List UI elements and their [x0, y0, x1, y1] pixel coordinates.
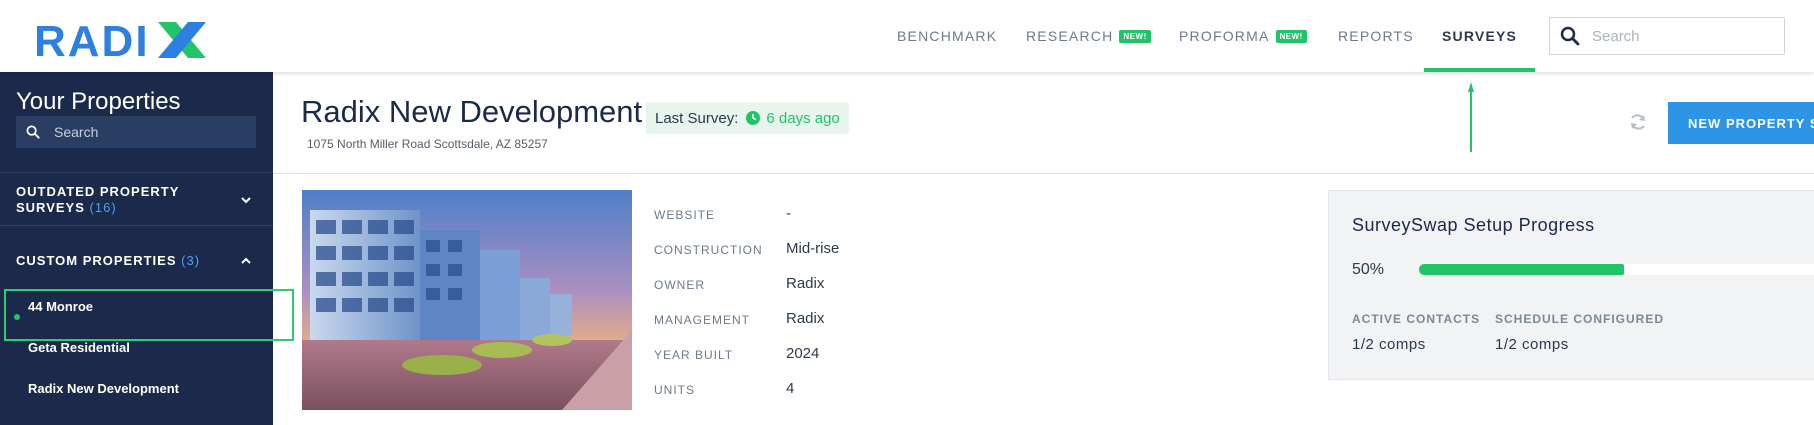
sidebar-item-geta-residential[interactable]: Geta Residential: [28, 340, 130, 355]
detail-year-built-label: YEAR BUILT: [654, 348, 734, 362]
selected-item-highlight: [4, 289, 294, 341]
property-title: Radix New Development: [301, 94, 643, 129]
detail-units-label: UNITS: [654, 383, 695, 397]
divider: [0, 172, 273, 173]
search-icon: [26, 125, 40, 139]
sidebar-item-radix-new-development[interactable]: Radix New Development: [28, 381, 179, 396]
global-search-input[interactable]: [1592, 27, 1772, 45]
active-contacts-label: ACTIVE CONTACTS: [1352, 312, 1481, 326]
detail-construction-value: Mid-rise: [786, 240, 840, 257]
progress-bar-fill: [1419, 264, 1624, 275]
selected-indicator-dot: [14, 314, 20, 320]
nav-proforma[interactable]: PROFORMA NEW!: [1179, 0, 1307, 72]
clock-icon: [746, 111, 761, 125]
section-count: (3): [181, 253, 201, 268]
chevron-down-icon[interactable]: [240, 194, 252, 206]
new-badge: NEW!: [1119, 29, 1151, 43]
divider: [273, 173, 1814, 174]
active-contacts-value: 1/2 comps: [1352, 336, 1426, 353]
arrow-up-indicator: [1468, 82, 1474, 152]
divider: [0, 225, 273, 226]
radix-logo[interactable]: RADI: [32, 18, 232, 62]
search-icon: [1560, 26, 1580, 46]
nav-benchmark[interactable]: BENCHMARK: [897, 0, 997, 72]
detail-management-label: MANAGEMENT: [654, 313, 751, 327]
section-outdated-surveys[interactable]: OUTDATED PROPERTY SURVEYS (16): [16, 184, 226, 216]
last-survey-label: Last Survey:: [655, 109, 739, 127]
sidebar-search: [16, 116, 256, 148]
property-address: 1075 North Miller Road Scottsdale, AZ 85…: [307, 137, 548, 151]
detail-owner-label: OWNER: [654, 278, 705, 292]
nav-reports-label: REPORTS: [1338, 28, 1414, 44]
section-label: CUSTOM PROPERTIES: [16, 253, 177, 268]
progress-bar: [1419, 264, 1814, 275]
last-survey-badge: Last Survey: 6 days ago: [646, 102, 849, 134]
schedule-configured-label: SCHEDULE CONFIGURED: [1495, 312, 1665, 326]
detail-website-label: WEBSITE: [654, 208, 716, 222]
chevron-up-icon[interactable]: [240, 255, 252, 267]
new-badge: NEW!: [1275, 29, 1307, 43]
properties-sidebar: Your Properties OUTDATED PROPERTY SURVEY…: [0, 72, 273, 425]
nav-proforma-label: PROFORMA: [1179, 28, 1270, 44]
sidebar-search-input[interactable]: [54, 124, 234, 140]
detail-management-value: Radix: [786, 310, 825, 327]
last-survey-value: 6 days ago: [766, 109, 840, 127]
new-property-survey-button[interactable]: NEW PROPERTY SURVEY: [1668, 102, 1814, 144]
nav-benchmark-label: BENCHMARK: [897, 28, 998, 44]
detail-construction-label: CONSTRUCTION: [654, 243, 763, 257]
schedule-configured-value: 1/2 comps: [1495, 336, 1569, 353]
sidebar-title: Your Properties: [16, 88, 181, 115]
svg-text:RADI: RADI: [34, 18, 150, 62]
section-custom-properties[interactable]: CUSTOM PROPERTIES (3): [16, 253, 200, 269]
progress-percent: 50%: [1352, 261, 1385, 278]
detail-year-built-value: 2024: [786, 345, 820, 362]
property-photo: [302, 190, 632, 410]
detail-website-value: -: [786, 205, 791, 222]
nav-reports[interactable]: REPORTS: [1338, 0, 1414, 72]
detail-owner-value: Radix: [786, 275, 825, 292]
section-count: (16): [89, 200, 117, 215]
refresh-icon[interactable]: [1628, 112, 1648, 132]
setup-progress-card: SurveySwap Setup Progress 50% ACTIVE CON…: [1328, 190, 1814, 380]
global-search: [1549, 17, 1785, 55]
nav-surveys-label: SURVEYS: [1442, 28, 1518, 44]
nav-research[interactable]: RESEARCH NEW!: [1026, 0, 1151, 72]
top-navigation-bar: RADI BENCHMARK RESEARCH NEW! PROFORMA NEW!…: [0, 0, 1814, 72]
progress-title: SurveySwap Setup Progress: [1352, 215, 1595, 235]
nav-surveys[interactable]: SURVEYS: [1423, 0, 1536, 72]
detail-units-value: 4: [786, 380, 795, 397]
nav-research-label: RESEARCH: [1026, 28, 1114, 44]
